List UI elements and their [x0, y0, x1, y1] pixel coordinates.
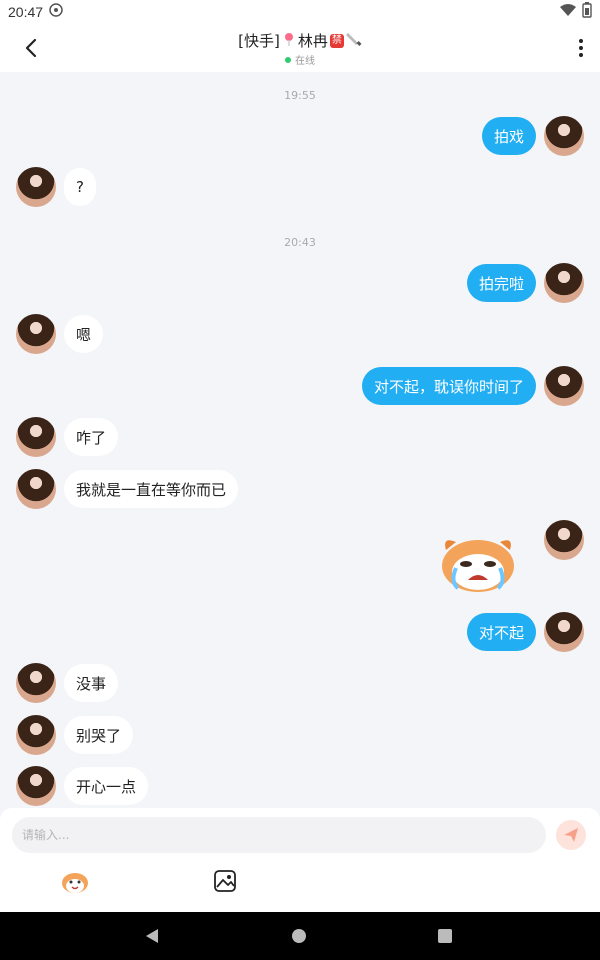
message-bubble[interactable]: 别哭了: [64, 716, 134, 754]
my-avatar[interactable]: [544, 520, 584, 560]
my-avatar[interactable]: [544, 263, 584, 303]
image-icon: [214, 870, 236, 892]
my-avatar[interactable]: [544, 612, 584, 652]
my-avatar[interactable]: [544, 116, 584, 156]
message-row-incoming: 没事: [16, 663, 119, 703]
message-bubble[interactable]: 拍戏: [481, 117, 536, 155]
ban-badge: 禁: [329, 33, 344, 48]
online-status-text: 在线: [295, 56, 315, 67]
send-button[interactable]: [556, 820, 586, 850]
message-bubble[interactable]: 咋了: [64, 418, 119, 456]
nav-back-button[interactable]: [144, 928, 160, 948]
contact-avatar[interactable]: [16, 715, 56, 755]
emoji-icon: [62, 873, 88, 893]
message-bubble[interactable]: 没事: [64, 664, 119, 702]
message-bubble[interactable]: 开心一点: [64, 767, 149, 805]
message-bubble[interactable]: 对不起: [466, 613, 536, 651]
message-row-incoming: ?: [16, 167, 96, 207]
message-bubble[interactable]: 拍完啦: [466, 264, 536, 302]
message-bubble[interactable]: 对不起，耽误你时间了: [361, 367, 536, 405]
message-row-incoming: 咋了: [16, 417, 119, 457]
more-options-button[interactable]: [576, 36, 586, 60]
system-nav-bar: [0, 912, 600, 960]
battery-icon: [582, 2, 592, 22]
message-row-outgoing: 对不起，耽误你时间了: [361, 366, 584, 406]
message-bubble[interactable]: 我就是一直在等你而已: [64, 470, 239, 508]
crying-dog-sticker[interactable]: [436, 530, 520, 594]
triangle-back-icon: [146, 929, 158, 943]
contact-avatar[interactable]: [16, 167, 56, 207]
message-row-incoming: 别哭了: [16, 715, 134, 755]
chat-header: [快手] 林冉 禁 在线: [0, 24, 600, 72]
send-icon: [564, 828, 578, 842]
my-avatar[interactable]: [544, 366, 584, 406]
contact-avatar[interactable]: [16, 314, 56, 354]
chat-title-block: [快手] 林冉 禁 在线: [0, 30, 600, 67]
message-row-outgoing: 对不起: [466, 612, 584, 652]
online-dot: [285, 56, 291, 63]
nav-recents-button[interactable]: [438, 929, 452, 943]
message-bubble[interactable]: ?: [64, 168, 96, 206]
contact-avatar[interactable]: [16, 766, 56, 806]
message-composer: [0, 808, 600, 912]
knife-icon: [345, 31, 362, 51]
message-row-incoming: 开心一点: [16, 766, 149, 806]
title-prefix: [快手]: [238, 32, 280, 50]
contact-avatar[interactable]: [16, 663, 56, 703]
message-input[interactable]: [12, 817, 546, 853]
image-button[interactable]: [213, 869, 237, 893]
message-timestamp: 19:55: [284, 89, 316, 102]
nav-home-button[interactable]: [292, 929, 306, 943]
online-status: 在线: [0, 52, 600, 67]
message-row-outgoing: 拍完啦: [466, 263, 584, 303]
status-bar: 20:47: [0, 0, 600, 24]
contact-name: 林冉: [297, 32, 328, 50]
status-time: 20:47: [8, 4, 44, 20]
more-vertical-icon: [579, 39, 583, 57]
wifi-icon: [560, 3, 576, 21]
contact-avatar[interactable]: [16, 469, 56, 509]
message-row-outgoing: 拍戏: [481, 116, 584, 156]
message-row-outgoing: [544, 520, 584, 560]
contact-avatar[interactable]: [16, 417, 56, 457]
lollipop-icon: [282, 32, 296, 50]
app-notification-icon: [49, 3, 63, 21]
message-row-incoming: 我就是一直在等你而已: [16, 469, 239, 509]
emoji-button[interactable]: [60, 868, 90, 894]
chat-title: [快手] 林冉 禁: [238, 30, 362, 51]
message-timestamp: 20:43: [284, 236, 316, 249]
message-row-incoming: 嗯: [16, 314, 104, 354]
message-bubble[interactable]: 嗯: [64, 315, 104, 353]
